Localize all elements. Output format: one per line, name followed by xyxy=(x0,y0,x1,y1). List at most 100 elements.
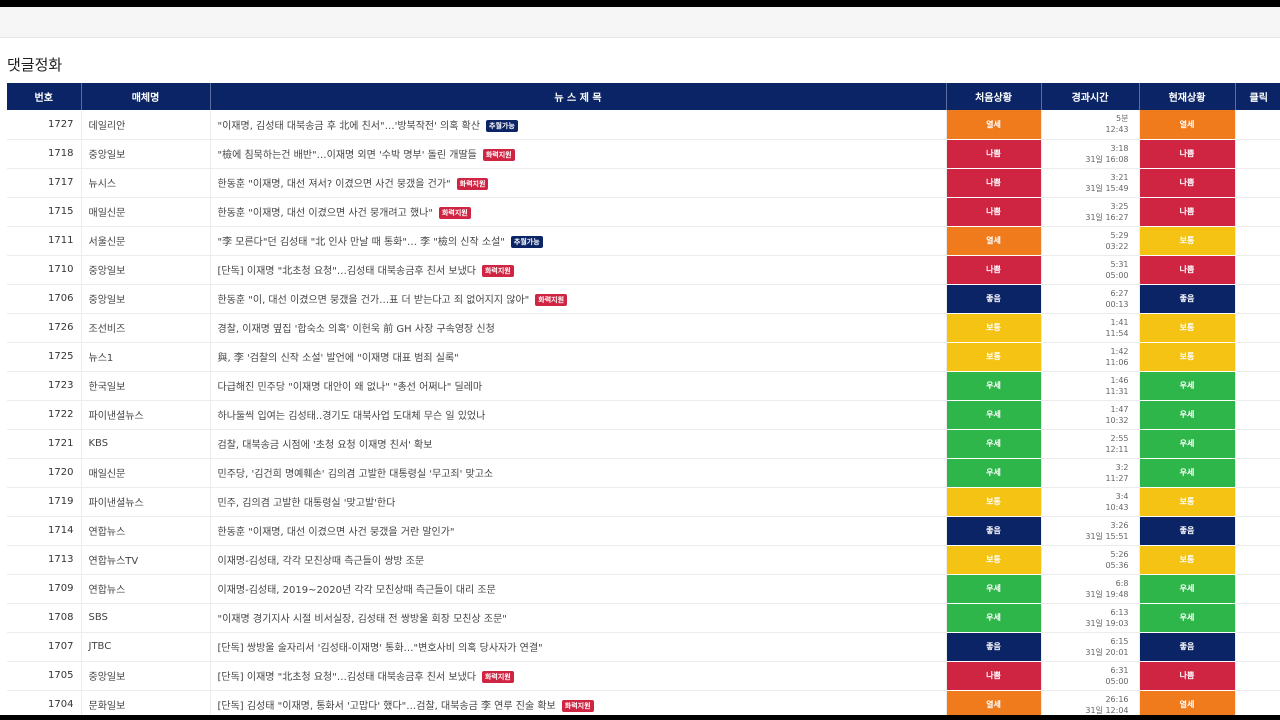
click-cell[interactable] xyxy=(1235,632,1280,662)
news-title-link[interactable]: "檢에 침묵하는건 배반"…이재명 외면 '수박 명부' 돌린 개딸들 xyxy=(218,150,477,161)
click-cell[interactable] xyxy=(1235,661,1280,691)
click-cell[interactable] xyxy=(1235,545,1280,575)
posted-time: 05:00 xyxy=(1105,676,1129,686)
table-row[interactable]: 1727 데일리안 "이재명, 김성태 대북송금 후 北에 친서"…'방북작전'… xyxy=(7,110,1280,140)
elapsed-cell: 5:31 05:00 xyxy=(1041,255,1140,285)
click-cell[interactable] xyxy=(1235,197,1280,227)
news-title-link[interactable]: 하나둘씩 입여는 김성태..경기도 대북사업 도대체 무슨 일 있었나 xyxy=(218,411,486,422)
row-number: 1715 xyxy=(7,197,82,227)
table-row[interactable]: 1717 뉴시스 한동훈 "이재명, 대선 져서? 이겼으면 사건 뭉갰을 건가… xyxy=(7,168,1280,198)
news-title-link[interactable]: 경찰, 이재명 옆집 '합숙소 의혹' 이헌욱 前 GH 사장 구속영장 신청 xyxy=(218,324,495,335)
first-status: 보통 xyxy=(946,487,1042,517)
first-status: 좋음 xyxy=(946,284,1042,314)
table-row[interactable]: 1723 한국일보 다급해진 민주당 "이재명 대안이 왜 없나" "총선 어쩌… xyxy=(7,371,1280,401)
news-title-link[interactable]: "李 모른다"던 김성태 "北 인사 만날 때 통화"… 李 "檢의 신작 소설… xyxy=(218,237,505,248)
click-cell[interactable] xyxy=(1235,603,1280,633)
header-media[interactable]: 매체명 xyxy=(81,83,211,110)
table-row[interactable]: 1719 파이낸셜뉴스 민주, 김의겸 고발한 대통령실 '맞고발'한다 보통 … xyxy=(7,487,1280,517)
elapsed-cell: 2:55 12:11 xyxy=(1041,429,1140,459)
row-number: 1711 xyxy=(7,226,82,256)
table-row[interactable]: 1715 매일신문 한동훈 "이재명, 대선 이겼으면 사건 뭉개려고 했나" 화… xyxy=(7,197,1280,227)
first-status: 우세 xyxy=(946,574,1042,604)
media-name: 연합뉴스TV xyxy=(81,545,211,575)
click-cell[interactable] xyxy=(1235,255,1280,285)
news-title-link[interactable]: 한동훈 "이, 대선 이겼으면 뭉갰을 건가…표 더 받는다고 죄 없어지지 않… xyxy=(218,295,530,306)
table-row[interactable]: 1721 KBS 검찰, 대북송금 시점에 '초청 요청 이재명 친서' 확보 … xyxy=(7,429,1280,459)
news-badge: 화력지원 xyxy=(481,265,514,277)
table-row[interactable]: 1708 SBS "이재명 경기지사 시절 비서실장, 김성태 전 쌍방울 회장… xyxy=(7,603,1280,633)
table-row[interactable]: 1720 매일신문 민주당, '김건희 명예훼손' 김의겸 고발한 대통령실 '… xyxy=(7,458,1280,488)
table-row[interactable]: 1706 중앙일보 한동훈 "이, 대선 이겼으면 뭉갰을 건가…표 더 받는다… xyxy=(7,284,1280,314)
table-row[interactable]: 1710 중앙일보 [단독] 이재명 "北초청 요청"…김성태 대북송금후 친서… xyxy=(7,255,1280,285)
news-cell: [단독] 쌍방울 술자리서 '김성태-이재명' 통화…"변호사비 의혹 당사자가… xyxy=(210,632,947,662)
posted-time: 10:43 xyxy=(1105,502,1129,512)
click-cell[interactable] xyxy=(1235,226,1280,256)
elapsed-time: 6:8 xyxy=(1115,578,1129,588)
news-title-link[interactable]: "이재명 경기지사 시절 비서실장, 김성태 전 쌍방울 회장 모친상 조문" xyxy=(218,614,507,625)
first-status: 열세 xyxy=(946,226,1042,256)
click-cell[interactable] xyxy=(1235,342,1280,372)
posted-time: 31일 16:27 xyxy=(1085,212,1129,222)
media-name: SBS xyxy=(81,603,211,633)
elapsed-cell: 5:29 03:22 xyxy=(1041,226,1140,256)
news-title-link[interactable]: 검찰, 대북송금 시점에 '초청 요청 이재명 친서' 확보 xyxy=(218,440,433,451)
header-news-title[interactable]: 뉴 스 제 목 xyxy=(210,83,947,110)
header-current-status[interactable]: 현재상황 xyxy=(1139,83,1236,110)
news-title-link[interactable]: 한동훈 "이재명, 대선 이겼으면 사건 뭉갰을 거란 말인가" xyxy=(218,527,455,538)
header-number[interactable]: 번호 xyxy=(7,83,82,110)
news-title-link[interactable]: 민주당, '김건희 명예훼손' 김의겸 고발한 대통령실 '무고죄' 맞고소 xyxy=(218,469,494,480)
header-first-status[interactable]: 처음상황 xyxy=(946,83,1042,110)
news-title-link[interactable]: 이재명-김성태, 각각 모친상때 측근들이 쌍방 조문 xyxy=(218,556,425,567)
news-title-link[interactable]: 다급해진 민주당 "이재명 대안이 왜 없나" "총선 어쩌나" 딜레마 xyxy=(218,382,483,393)
posted-time: 12:11 xyxy=(1105,444,1129,454)
table-row[interactable]: 1714 연합뉴스 한동훈 "이재명, 대선 이겼으면 사건 뭉갰을 거란 말인… xyxy=(7,516,1280,546)
click-cell[interactable] xyxy=(1235,487,1280,517)
table-row[interactable]: 1711 서울신문 "李 모른다"던 김성태 "北 인사 만날 때 통화"… 李… xyxy=(7,226,1280,256)
media-name: 중앙일보 xyxy=(81,255,211,285)
table-row[interactable]: 1705 중앙일보 [단독] 이재명 "北초청 요청"…김성태 대북송금후 친서… xyxy=(7,661,1280,691)
first-status: 보통 xyxy=(946,342,1042,372)
news-title-link[interactable]: "이재명, 김성태 대북송금 후 北에 친서"…'방북작전' 의혹 확산 xyxy=(218,121,481,132)
click-cell[interactable] xyxy=(1235,168,1280,198)
table-row[interactable]: 1725 뉴스1 與, 李 '검찰의 신작 소설' 발언에 "이재명 대표 범죄… xyxy=(7,342,1280,372)
news-title-link[interactable]: 한동훈 "이재명, 대선 이겼으면 사건 뭉개려고 했나" xyxy=(218,208,433,219)
click-cell[interactable] xyxy=(1235,400,1280,430)
first-status: 우세 xyxy=(946,429,1042,459)
news-title-link[interactable]: [단독] 김성태 "이재명, 통화서 '고맙다' 했다"…검찰, 대북송금 李 … xyxy=(218,701,556,712)
news-title-link[interactable]: 한동훈 "이재명, 대선 져서? 이겼으면 사건 뭉갰을 건가" xyxy=(218,179,451,190)
news-title-link[interactable]: 이재명-김성태, 2019~2020년 각각 모친상때 측근들이 대리 조문 xyxy=(218,585,496,596)
news-title-link[interactable]: 민주, 김의겸 고발한 대통령실 '맞고발'한다 xyxy=(218,498,396,509)
elapsed-time: 6:15 xyxy=(1110,636,1129,646)
news-cell: 與, 李 '검찰의 신작 소설' 발언에 "이재명 대표 범죄 실록" xyxy=(210,342,947,372)
media-name: 파이낸셜뉴스 xyxy=(81,400,211,430)
news-title-link[interactable]: [단독] 이재명 "北초청 요청"…김성태 대북송금후 친서 보냈다 xyxy=(218,266,476,277)
table-row[interactable]: 1707 JTBC [단독] 쌍방울 술자리서 '김성태-이재명' 통화…"변호… xyxy=(7,632,1280,662)
click-cell[interactable] xyxy=(1235,458,1280,488)
click-cell[interactable] xyxy=(1235,574,1280,604)
news-title-link[interactable]: [단독] 쌍방울 술자리서 '김성태-이재명' 통화…"변호사비 의혹 당사자가… xyxy=(218,643,543,654)
header-elapsed-time[interactable]: 경과시간 xyxy=(1041,83,1140,110)
click-cell[interactable] xyxy=(1235,313,1280,343)
click-cell[interactable] xyxy=(1235,139,1280,169)
current-status: 열세 xyxy=(1139,110,1236,140)
table-row[interactable]: 1718 중앙일보 "檢에 침묵하는건 배반"…이재명 외면 '수박 명부' 돌… xyxy=(7,139,1280,169)
click-cell[interactable] xyxy=(1235,516,1280,546)
click-cell[interactable] xyxy=(1235,110,1280,140)
first-status: 우세 xyxy=(946,603,1042,633)
header-clicks[interactable]: 클릭 xyxy=(1235,83,1280,110)
click-cell[interactable] xyxy=(1235,284,1280,314)
news-cell: 한동훈 "이재명, 대선 이겼으면 사건 뭉갰을 거란 말인가" xyxy=(210,516,947,546)
news-badge: 추월가능 xyxy=(510,236,543,248)
posted-time: 31일 19:48 xyxy=(1085,589,1129,599)
table-row[interactable]: 1722 파이낸셜뉴스 하나둘씩 입여는 김성태..경기도 대북사업 도대체 무… xyxy=(7,400,1280,430)
news-title-link[interactable]: 與, 李 '검찰의 신작 소설' 발언에 "이재명 대표 범죄 실록" xyxy=(218,353,459,364)
click-cell[interactable] xyxy=(1235,371,1280,401)
table-row[interactable]: 1726 조선비즈 경찰, 이재명 옆집 '합숙소 의혹' 이헌욱 前 GH 사… xyxy=(7,313,1280,343)
table-row[interactable]: 1713 연합뉴스TV 이재명-김성태, 각각 모친상때 측근들이 쌍방 조문 … xyxy=(7,545,1280,575)
news-cell: "이재명 경기지사 시절 비서실장, 김성태 전 쌍방울 회장 모친상 조문" xyxy=(210,603,947,633)
first-status: 나쁨 xyxy=(946,661,1042,691)
news-cell: 한동훈 "이, 대선 이겼으면 뭉갰을 건가…표 더 받는다고 죄 없어지지 않… xyxy=(210,284,947,314)
news-title-link[interactable]: [단독] 이재명 "北초청 요청"…김성태 대북송금후 친서 보냈다 xyxy=(218,672,476,683)
click-cell[interactable] xyxy=(1235,429,1280,459)
table-row[interactable]: 1709 연합뉴스 이재명-김성태, 2019~2020년 각각 모친상때 측근… xyxy=(7,574,1280,604)
